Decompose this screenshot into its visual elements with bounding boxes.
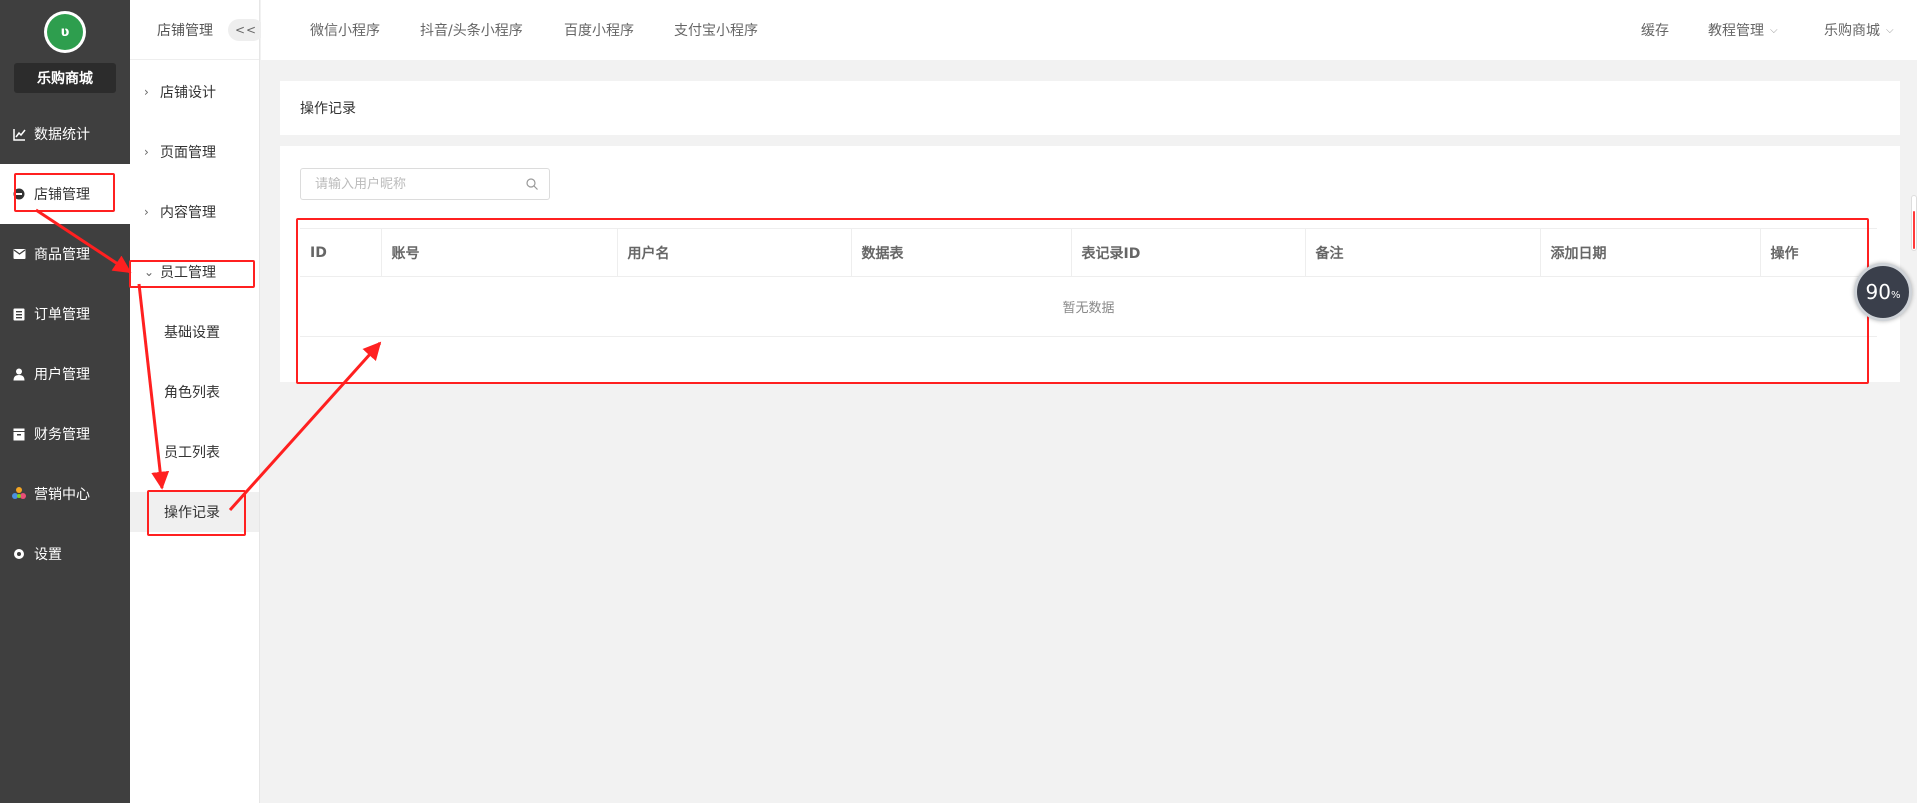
chevron-down-icon: ⌄ bbox=[144, 265, 155, 279]
sidebar-item-label: 营销中心 bbox=[34, 487, 90, 503]
chevron-right-icon: › bbox=[144, 85, 149, 99]
sidebar-item-store-management[interactable]: 店铺管理 bbox=[0, 164, 130, 224]
settings-icon bbox=[12, 547, 26, 561]
empty-message: 暂无数据 bbox=[300, 276, 1877, 337]
chevron-right-icon: › bbox=[144, 205, 149, 219]
store-icon bbox=[12, 187, 26, 201]
sub-child-basic-settings[interactable]: 基础设置 bbox=[130, 312, 259, 352]
page-title: 操作记录 bbox=[300, 101, 356, 117]
sidebar-item-user-management[interactable]: 用户管理 bbox=[0, 344, 130, 404]
column-header-username: 用户名 bbox=[617, 228, 852, 277]
shop-name[interactable]: 乐购商城 bbox=[14, 63, 116, 93]
table-header-row: ID 账号 用户名 数据表 表记录ID 备注 添加日期 操作 bbox=[300, 228, 1877, 277]
column-header-account: 账号 bbox=[381, 228, 618, 277]
sub-child-staff-list[interactable]: 员工列表 bbox=[130, 432, 259, 472]
sub-child-label: 角色列表 bbox=[164, 385, 220, 401]
sub-child-label: 员工列表 bbox=[164, 445, 220, 461]
top-bar: 微信小程序 抖音/头条小程序 百度小程序 支付宝小程序 缓存 教程管理 ⌵ 乐购… bbox=[261, 0, 1917, 60]
finance-icon bbox=[12, 427, 26, 441]
column-header-record-id: 表记录ID bbox=[1071, 228, 1306, 277]
column-header-actions: 操作 bbox=[1760, 228, 1877, 277]
tutorial-label: 教程管理 bbox=[1708, 23, 1764, 39]
tutorial-dropdown[interactable]: 教程管理 ⌵ bbox=[1708, 0, 1778, 60]
column-header-id: ID bbox=[300, 228, 382, 277]
user-icon bbox=[12, 367, 26, 381]
badge-unit: % bbox=[1890, 289, 1901, 301]
sub-item-page-management[interactable]: › 页面管理 bbox=[130, 132, 259, 172]
store-dropdown[interactable]: 乐购商城 ⌵ bbox=[1824, 0, 1894, 60]
sidebar-item-label: 数据统计 bbox=[34, 127, 90, 143]
column-header-data-table: 数据表 bbox=[851, 228, 1072, 277]
thermometer-widget bbox=[1911, 195, 1917, 251]
sidebar-item-label: 订单管理 bbox=[34, 307, 90, 323]
sub-child-label: 基础设置 bbox=[164, 325, 220, 341]
tab-alipay-miniprogram[interactable]: 支付宝小程序 bbox=[674, 0, 758, 60]
order-icon bbox=[12, 307, 26, 321]
collapse-button[interactable]: << bbox=[228, 19, 264, 41]
sub-item-store-design[interactable]: › 店铺设计 bbox=[130, 72, 259, 112]
sidebar-item-settings[interactable]: 设置 bbox=[0, 524, 130, 584]
sidebar-item-order-management[interactable]: 订单管理 bbox=[0, 284, 130, 344]
table-empty-row: 暂无数据 bbox=[300, 276, 1877, 337]
page-title-card: 操作记录 bbox=[280, 81, 1900, 135]
tab-wechat-miniprogram[interactable]: 微信小程序 bbox=[310, 0, 380, 60]
sidebar-item-goods-management[interactable]: 商品管理 bbox=[0, 224, 130, 284]
search-input[interactable] bbox=[315, 176, 525, 192]
operation-log-table: ID 账号 用户名 数据表 表记录ID 备注 添加日期 操作 暂无数据 bbox=[300, 228, 1877, 337]
sub-item-content-management[interactable]: › 内容管理 bbox=[130, 192, 259, 232]
sub-child-role-list[interactable]: 角色列表 bbox=[130, 372, 259, 412]
sidebar-item-label: 商品管理 bbox=[34, 247, 90, 263]
sub-sidebar: 店铺管理 << › 店铺设计 › 页面管理 › 内容管理 ⌄ 员工管理 基础设置… bbox=[130, 0, 264, 803]
search-icon[interactable] bbox=[525, 177, 539, 191]
sidebar-item-label: 财务管理 bbox=[34, 427, 90, 443]
tab-douyin-miniprogram[interactable]: 抖音/头条小程序 bbox=[420, 0, 523, 60]
sub-item-label: 内容管理 bbox=[160, 205, 216, 221]
cache-button[interactable]: 缓存 bbox=[1641, 0, 1669, 60]
column-header-date-added: 添加日期 bbox=[1540, 228, 1761, 277]
sidebar-item-marketing-center[interactable]: 营销中心 bbox=[0, 464, 130, 524]
marketing-icon bbox=[12, 487, 26, 501]
performance-badge[interactable]: 90 % bbox=[1854, 263, 1912, 321]
main-sidebar: ʋ 乐购商城 数据统计 店铺管理 商品管理 订单管理 用户管理 财务管理 营销中… bbox=[0, 0, 130, 803]
column-header-remark: 备注 bbox=[1305, 228, 1541, 277]
tab-baidu-miniprogram[interactable]: 百度小程序 bbox=[564, 0, 634, 60]
sub-item-staff-management[interactable]: ⌄ 员工管理 bbox=[130, 252, 259, 292]
shop-logo[interactable]: ʋ bbox=[44, 11, 86, 53]
logo-icon: ʋ bbox=[47, 14, 83, 50]
chevron-down-icon: ⌵ bbox=[1886, 24, 1894, 36]
main-card: ID 账号 用户名 数据表 表记录ID 备注 添加日期 操作 暂无数据 bbox=[280, 146, 1900, 382]
sidebar-item-data-stats[interactable]: 数据统计 bbox=[0, 104, 130, 164]
store-label: 乐购商城 bbox=[1824, 23, 1880, 39]
sub-item-label: 店铺设计 bbox=[160, 85, 216, 101]
goods-icon bbox=[12, 247, 26, 261]
search-box bbox=[300, 168, 550, 200]
chart-icon bbox=[12, 127, 26, 141]
sidebar-item-finance-management[interactable]: 财务管理 bbox=[0, 404, 130, 464]
chevron-right-icon: › bbox=[144, 145, 149, 159]
chevron-down-icon: ⌵ bbox=[1770, 24, 1778, 36]
sidebar-item-label: 用户管理 bbox=[34, 367, 90, 383]
badge-value: 90 bbox=[1865, 280, 1891, 304]
sub-item-label: 员工管理 bbox=[160, 265, 216, 281]
sidebar-item-label: 店铺管理 bbox=[34, 187, 90, 203]
sidebar-item-label: 设置 bbox=[34, 547, 62, 563]
sub-child-label: 操作记录 bbox=[164, 505, 220, 521]
sub-child-operation-log[interactable]: 操作记录 bbox=[130, 492, 259, 532]
sub-item-label: 页面管理 bbox=[160, 145, 216, 161]
